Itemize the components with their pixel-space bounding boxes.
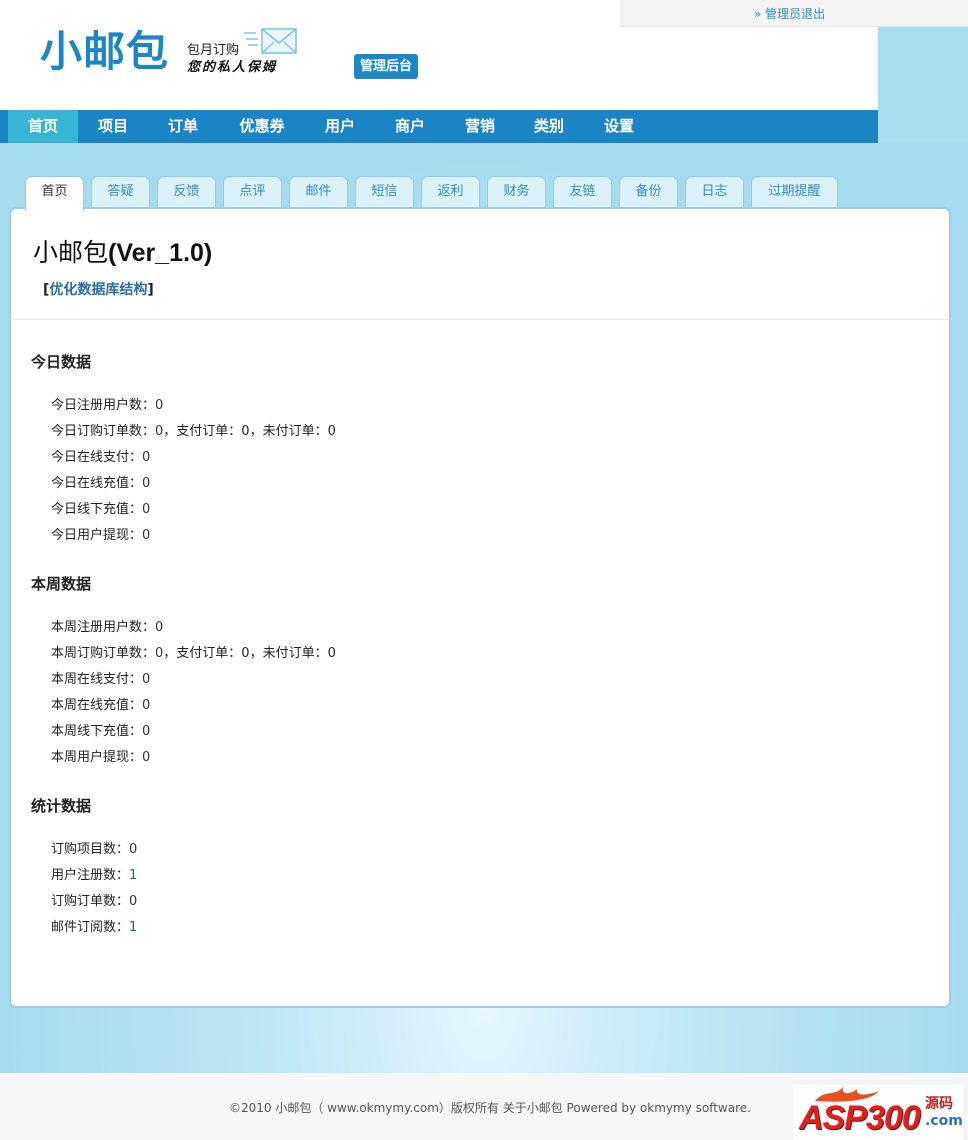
tab-mail[interactable]: 邮件 [289, 176, 348, 209]
stat-row: 本周线下充值：0 [51, 720, 150, 739]
stat-row: 今日线下充值：0 [51, 498, 150, 517]
stat-value: 0 [142, 698, 151, 713]
stat-label: 订购项目数： [51, 842, 130, 857]
stat-row: 本周在线充值：0 [51, 694, 150, 713]
footer-copyright: ©2010 小邮包（ www.okmymy.com）版权所有 关于小邮包 Pow… [229, 1101, 751, 1115]
stat-value: 0 [155, 620, 164, 635]
tab-reviews[interactable]: 点评 [223, 176, 282, 209]
stat-value: 0 [155, 398, 164, 413]
stat-label: 本周订购订单数： [51, 646, 156, 661]
bracket-close: ] [147, 282, 154, 298]
tab-feedback[interactable]: 反馈 [157, 176, 216, 209]
stat-row: 订购订单数：0 [51, 890, 137, 909]
stat-extra: ，支付订单：0，未付订单：0 [163, 646, 336, 661]
tab-finance[interactable]: 财务 [487, 176, 546, 209]
main-nav: 首页 项目 订单 优惠券 用户 商户 营销 类别 设置 [0, 110, 878, 143]
stat-value: 0 [129, 842, 138, 857]
page-title: 小邮包(Ver_1.0) [33, 233, 212, 269]
section-title-today: 今日数据 [31, 353, 92, 371]
nav-settings[interactable]: 设置 [584, 110, 654, 143]
stat-value: 0 [142, 528, 151, 543]
divider [11, 319, 949, 320]
nav-orders[interactable]: 订单 [148, 110, 218, 143]
stat-label: 订购订单数： [51, 894, 130, 909]
stat-row: 今日用户提现：0 [51, 524, 150, 543]
title-version: (Ver_1.0) [108, 239, 213, 267]
nav-merchants[interactable]: 商户 [374, 110, 446, 143]
optimize-db: [优化数据库结构] [43, 279, 154, 299]
section-title-week: 本周数据 [31, 575, 92, 593]
stat-label: 今日用户提现： [51, 528, 143, 543]
nav-categories[interactable]: 类别 [514, 110, 584, 143]
stat-label: 本周线下充值： [51, 724, 143, 739]
stat-label: 今日在线支付： [51, 450, 143, 465]
stat-value: 1 [129, 868, 138, 883]
stat-row: 今日订购订单数：0，支付订单：0，未付订单：0 [51, 420, 336, 439]
stat-extra: ，支付订单：0，未付订单：0 [163, 424, 336, 439]
stat-label: 今日线下充值： [51, 502, 143, 517]
nav-coupons[interactable]: 优惠券 [218, 110, 306, 143]
stat-label: 本周用户提现： [51, 750, 143, 765]
nav-home[interactable]: 首页 [8, 110, 78, 143]
stat-value: 0 [142, 450, 151, 465]
stat-value: 0 [142, 672, 151, 687]
stat-row: 用户注册数：1 [51, 864, 137, 883]
stat-label: 邮件订阅数： [51, 920, 130, 935]
stat-row: 今日在线充值：0 [51, 472, 150, 491]
stat-label: 今日注册用户数： [51, 398, 156, 413]
envelope-icon [244, 28, 297, 54]
content-panel: 小邮包(Ver_1.0) [优化数据库结构] 今日数据 今日注册用户数：0 今日… [9, 207, 951, 1008]
nav-users[interactable]: 用户 [306, 110, 374, 143]
admin-badge: 管理后台 [354, 54, 419, 79]
stat-row: 今日在线支付：0 [51, 446, 150, 465]
stat-label: 今日在线充值： [51, 476, 143, 491]
nav-marketing[interactable]: 营销 [446, 110, 514, 143]
stat-row: 本周在线支付：0 [51, 668, 150, 687]
stat-row: 邮件订阅数：1 [51, 916, 137, 935]
asp300-yuanma: 源码 [925, 1096, 953, 1112]
tab-backup[interactable]: 备份 [619, 176, 678, 209]
logout-link[interactable]: » 管理员退出 [754, 5, 825, 22]
stat-value: 0 [129, 894, 138, 909]
title-prefix: 小邮包 [33, 238, 109, 267]
stat-row: 本周用户提现：0 [51, 746, 150, 765]
nav-projects[interactable]: 项目 [78, 110, 148, 143]
stat-label: 本周在线支付： [51, 672, 143, 687]
tab-home[interactable]: 首页 [25, 176, 84, 211]
stat-value: 0 [142, 750, 151, 765]
tab-logs[interactable]: 日志 [685, 176, 744, 209]
tab-expiry-reminder[interactable]: 过期提醒 [751, 176, 838, 209]
stat-label: 今日订购订单数： [51, 424, 156, 439]
asp300-com: .com [925, 1113, 963, 1129]
stat-label: 本周在线充值： [51, 698, 143, 713]
optimize-db-link[interactable]: 优化数据库结构 [49, 282, 147, 298]
tab-sms[interactable]: 短信 [355, 176, 414, 209]
stat-row: 本周注册用户数：0 [51, 616, 163, 635]
stat-value: 0 [142, 476, 151, 491]
stat-label: 用户注册数： [51, 868, 130, 883]
asp300-text: ASP300 [799, 1099, 921, 1137]
stat-value: 0 [142, 724, 151, 739]
stat-row: 本周订购订单数：0，支付订单：0，未付订单：0 [51, 642, 336, 661]
stat-row: 订购项目数：0 [51, 838, 137, 857]
tab-rebate[interactable]: 返利 [421, 176, 480, 209]
section-title-stats: 统计数据 [31, 797, 92, 815]
tab-links[interactable]: 友链 [553, 176, 612, 209]
stat-value: 1 [129, 920, 138, 935]
stat-label: 本周注册用户数： [51, 620, 156, 635]
stat-value: 0 [142, 502, 151, 517]
tab-qa[interactable]: 答疑 [91, 176, 150, 209]
asp300-logo: ASP300 源码 .com [793, 1085, 963, 1140]
stat-row: 今日注册用户数：0 [51, 394, 163, 413]
logo-title: 小邮包 [40, 27, 170, 76]
